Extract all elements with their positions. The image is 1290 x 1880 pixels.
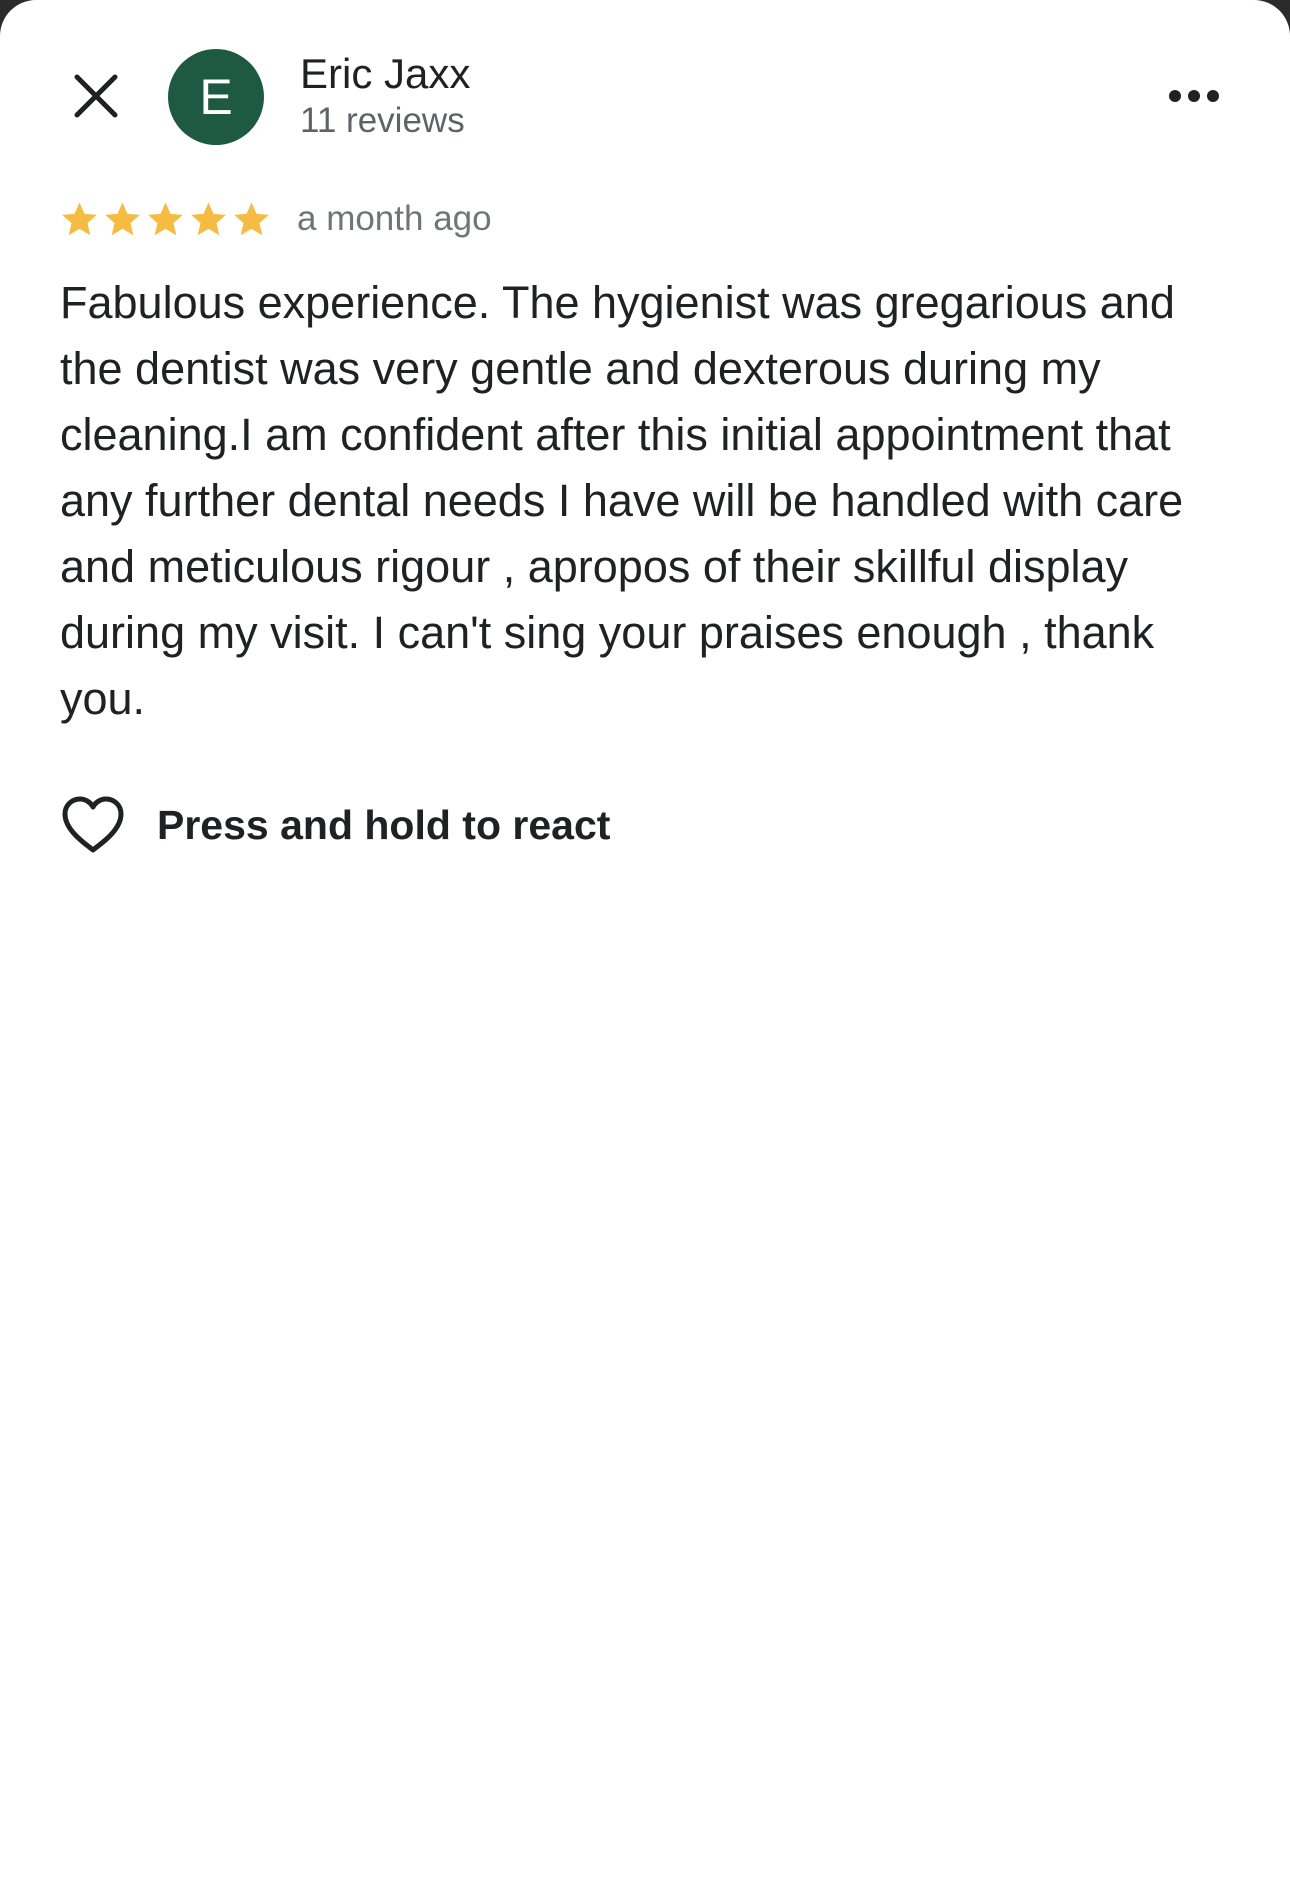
review-header: E Eric Jaxx 11 reviews	[0, 0, 1290, 196]
reviewer-name[interactable]: Eric Jaxx	[300, 50, 470, 98]
avatar-initial: E	[199, 69, 233, 125]
review-date: a month ago	[297, 199, 492, 238]
avatar[interactable]: E	[168, 49, 264, 145]
star-filled-icon	[62, 201, 97, 235]
review-body: Fabulous experience. The hygienist was g…	[60, 277, 1184, 724]
more-horizontal-icon	[1169, 90, 1219, 102]
close-button[interactable]	[60, 60, 132, 132]
star-rating	[60, 200, 271, 239]
heart-outline-icon	[58, 790, 128, 860]
star-filled-icon	[234, 201, 269, 235]
rating-row: a month ago	[60, 194, 492, 244]
review-sheet: E Eric Jaxx 11 reviews a month ago Fabul…	[0, 0, 1290, 1880]
reviewer-review-count[interactable]: 11 reviews	[300, 101, 465, 141]
star-filled-icon	[191, 201, 226, 235]
star-filled-icon	[105, 201, 140, 235]
react-button[interactable]: Press and hold to react	[58, 785, 610, 865]
react-label: Press and hold to react	[157, 801, 611, 848]
star-filled-icon	[148, 201, 183, 235]
close-icon	[74, 74, 118, 118]
more-options-button[interactable]	[1158, 66, 1230, 126]
